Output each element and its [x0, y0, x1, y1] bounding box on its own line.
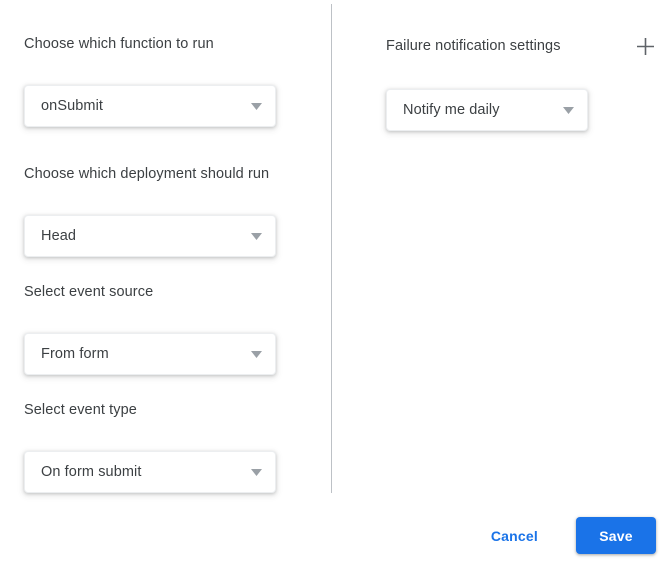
- trigger-settings-dialog: Choose which function to run onSubmit Ch…: [0, 0, 671, 564]
- select-failure-notification[interactable]: Notify me daily: [386, 89, 588, 131]
- label-failure-notification-settings: Failure notification settings: [386, 38, 561, 54]
- notification-header: Failure notification settings: [386, 34, 671, 58]
- select-event-type-value: On form submit: [41, 464, 142, 480]
- save-button[interactable]: Save: [576, 517, 656, 554]
- chevron-down-icon: [243, 468, 269, 476]
- select-deployment-value: Head: [41, 228, 77, 244]
- chevron-down-icon: [555, 106, 581, 114]
- label-choose-deployment: Choose which deployment should run: [24, 166, 270, 182]
- select-deployment[interactable]: Head: [24, 215, 276, 257]
- chevron-down-icon: [243, 102, 269, 110]
- select-event-source[interactable]: From form: [24, 333, 276, 375]
- field-group-failure-notification: Failure notification settings Notify me …: [386, 34, 671, 131]
- label-select-event-type: Select event type: [24, 402, 137, 418]
- field-group-function: Choose which function to run onSubmit: [24, 34, 276, 127]
- select-event-source-value: From form: [41, 346, 109, 362]
- select-function-value: onSubmit: [41, 98, 104, 114]
- add-notification-button[interactable]: [633, 34, 657, 58]
- chevron-down-icon: [243, 232, 269, 240]
- field-group-event-source: Select event source From form: [24, 282, 276, 375]
- select-failure-notification-value: Notify me daily: [403, 102, 500, 118]
- field-group-deployment: Choose which deployment should run Head: [24, 164, 276, 257]
- chevron-down-icon: [243, 350, 269, 358]
- plus-icon: [636, 37, 655, 56]
- label-select-event-source: Select event source: [24, 284, 154, 300]
- label-choose-function: Choose which function to run: [24, 36, 214, 52]
- select-event-type[interactable]: On form submit: [24, 451, 276, 493]
- select-function-to-run[interactable]: onSubmit: [24, 85, 276, 127]
- field-group-event-type: Select event type On form submit: [24, 400, 276, 493]
- cancel-button[interactable]: Cancel: [479, 518, 550, 554]
- column-divider: [331, 4, 332, 493]
- dialog-action-bar: Cancel Save: [479, 517, 656, 554]
